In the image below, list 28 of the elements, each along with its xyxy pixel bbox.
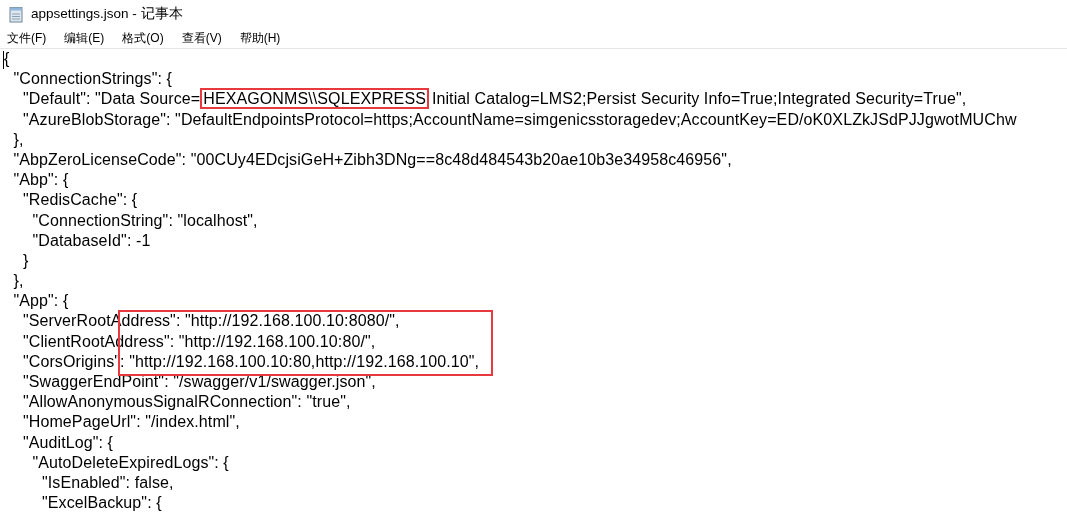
code-line: } (23, 250, 29, 271)
code-line: "Default": "Data Source= HEXAGONMS\\SQLEXPRESS Initial Catalog=LMS2;Persist Security Info=True;Integrated Security=True", (23, 89, 967, 110)
code-line: "HomePageUrl": "/index.html", (23, 412, 240, 433)
code-line: "DatabaseId": -1 (32, 230, 151, 251)
code-line: "App": { (13, 291, 69, 312)
code-line: "ConnectionStrings": { (13, 69, 173, 90)
code-line: "ConnectionString": "localhost", (32, 210, 258, 231)
code-line: }, (13, 271, 24, 292)
menu-item[interactable]: 查看(V) (176, 28, 227, 48)
menu-item[interactable]: 编辑(E) (59, 28, 110, 48)
menu-item[interactable]: 帮助(H) (234, 28, 286, 48)
window-title: appsettings.json - 记事本 (31, 5, 183, 23)
menu-item[interactable]: 格式(O) (117, 28, 169, 48)
code-line: "AbpZeroLicenseCode": "00CUy4EDcjsiGeH+Zibh3DNg==8c48d484543b20ae10b3e34958c46956", (13, 149, 732, 170)
code-line: "AllowAnonymousSignalRConnection": "true", (23, 392, 351, 413)
text-cursor (3, 51, 4, 69)
code-line: "AutoDeleteExpiredLogs": { (32, 452, 229, 473)
code-line: "Abp": { (13, 170, 69, 191)
code-line: { (4, 49, 10, 69)
code-line: "ExcelBackup": { (42, 493, 162, 514)
notepad-icon (8, 5, 24, 23)
code-line: "AuditLog": { (23, 432, 114, 453)
code-line: "RedisCache": { (23, 190, 138, 211)
code-line: "IsEnabled": false, (42, 472, 174, 493)
code-line: }, (13, 129, 24, 150)
menu-item[interactable]: 文件(F) (2, 28, 52, 48)
code-line: "SwaggerEndPoint": "/swagger/v1/swagger.json", (23, 372, 376, 392)
code-line: "AzureBlobStorage": "DefaultEndpointsProtocol=https;AccountName=simgenicsstoragedev;AccountKey=ED/oK0XLZkJSdPJJgwotMUChw (23, 109, 1017, 130)
